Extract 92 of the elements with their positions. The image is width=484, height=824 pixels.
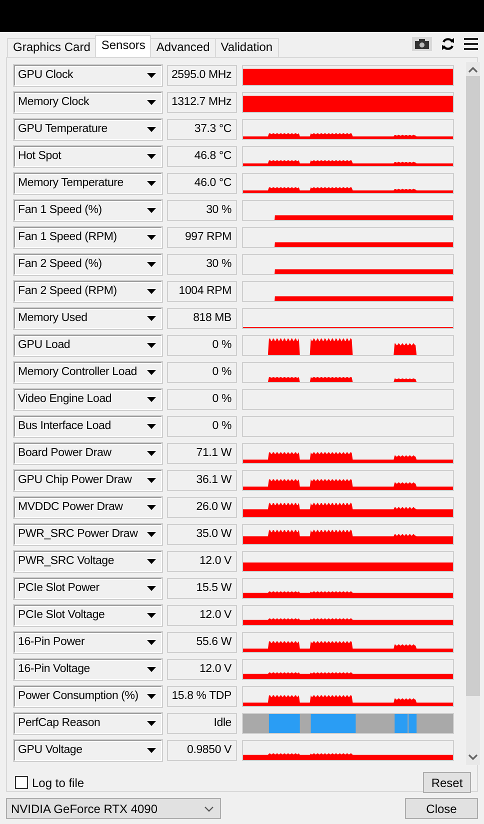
sensor-value: 37.3 °C [166,119,236,140]
sensor-dropdown[interactable]: PCIe Slot Power [14,578,162,599]
device-select[interactable]: NVIDIA GeForce RTX 4090 [6,798,221,819]
close-button[interactable]: Close [405,798,478,819]
checkbox-label: Log to file [32,774,84,792]
menu-icon[interactable] [464,38,478,50]
dropdown-caret-icon [146,316,156,321]
sensor-value: 0 % [166,416,236,437]
sensor-dropdown[interactable]: GPU Temperature [14,119,162,140]
sensor-dropdown[interactable]: Memory Controller Load [14,362,162,383]
dropdown-caret-icon [146,721,156,726]
sensor-value: 15.5 W [166,578,236,599]
dropdown-caret-icon [146,451,156,456]
dropdown-caret-icon [146,397,156,402]
sensor-dropdown[interactable]: Memory Used [14,308,162,329]
dropdown-caret-icon [146,208,156,213]
sensor-dropdown[interactable]: PCIe Slot Voltage [14,605,162,626]
dropdown-caret-icon [146,370,156,375]
refresh-icon[interactable] [441,37,455,51]
dropdown-caret-icon [146,100,156,105]
dropdown-caret-icon [146,613,156,618]
sensor-dropdown[interactable]: GPU Voltage [14,740,162,761]
sensor-dropdown[interactable]: PWR_SRC Power Draw [14,524,162,545]
sensor-dropdown[interactable]: PerfCap Reason [14,713,162,734]
dropdown-caret-icon [146,586,156,591]
sensor-value: 1004 RPM [166,281,236,302]
dropdown-caret-icon [146,505,156,510]
sensor-value: 0 % [166,335,236,356]
scroll-down-icon[interactable] [468,753,478,761]
sensor-value: 0.9850 V [166,740,236,761]
dropdown-caret-icon [146,181,156,186]
sensor-value: 30 % [166,200,236,221]
log-checkbox[interactable] [15,776,28,789]
dropdown-caret-icon [146,748,156,753]
sensor-value: 71.1 W [166,443,236,464]
sensor-value: 1312.7 MHz [166,92,236,113]
dropdown-caret-icon [146,235,156,240]
sensor-dropdown[interactable]: GPU Load [14,335,162,356]
dropdown-caret-icon [146,127,156,132]
sensor-dropdown[interactable]: MVDDC Power Draw [14,497,162,518]
sensor-value: 55.6 W [166,632,236,653]
sensor-value: 12.0 V [166,659,236,680]
sensor-value: 0 % [166,362,236,383]
scroll-up-icon[interactable] [468,66,478,74]
sensor-value: 26.0 W [166,497,236,518]
sensor-dropdown[interactable]: Power Consumption (%) [14,686,162,707]
sensor-value: 36.1 W [166,470,236,491]
sensor-dropdown[interactable]: 16-Pin Voltage [14,659,162,680]
sensor-value: Idle [166,713,236,734]
tab[interactable]: Sensors [95,35,152,57]
chevron-down-icon [204,806,214,812]
dropdown-caret-icon [146,262,156,267]
reset-button[interactable]: Reset [423,772,471,793]
sensor-dropdown[interactable]: Hot Spot [14,146,162,167]
sensor-dropdown[interactable]: GPU Clock [14,65,162,86]
dropdown-caret-icon [146,694,156,699]
dropdown-caret-icon [146,640,156,645]
dropdown-caret-icon [146,343,156,348]
dropdown-caret-icon [146,289,156,294]
tab[interactable]: Validation [214,38,279,57]
sensor-dropdown[interactable]: Fan 1 Speed (%) [14,200,162,221]
sensor-dropdown[interactable]: 16-Pin Power [14,632,162,653]
sensor-dropdown[interactable]: Board Power Draw [14,443,162,464]
sensor-dropdown[interactable]: Memory Clock [14,92,162,113]
sensor-value: 15.8 % TDP [166,686,236,707]
sensor-value: 2595.0 MHz [166,65,236,86]
dropdown-caret-icon [146,667,156,672]
dropdown-caret-icon [146,154,156,159]
sensor-value: 818 MB [166,308,236,329]
sensor-value: 30 % [166,254,236,275]
sensor-value: 46.8 °C [166,146,236,167]
dropdown-caret-icon [146,478,156,483]
sensor-dropdown[interactable]: Fan 2 Speed (%) [14,254,162,275]
sensor-dropdown[interactable]: PWR_SRC Voltage [14,551,162,572]
sensor-value: 12.0 V [166,605,236,626]
dropdown-caret-icon [146,532,156,537]
dropdown-caret-icon [146,424,156,429]
dropdown-caret-icon [146,73,156,78]
sensor-dropdown[interactable]: Fan 2 Speed (RPM) [14,281,162,302]
tab[interactable]: Graphics Card [7,38,96,57]
sensor-value: 997 RPM [166,227,236,248]
dropdown-caret-icon [146,559,156,564]
sensor-value: 35.0 W [166,524,236,545]
sensor-dropdown[interactable]: Video Engine Load [14,389,162,410]
camera-icon[interactable] [412,37,432,51]
sensor-value: 46.0 °C [166,173,236,194]
sensor-value: 12.0 V [166,551,236,572]
sensor-dropdown[interactable]: Fan 1 Speed (RPM) [14,227,162,248]
sensor-dropdown[interactable]: Memory Temperature [14,173,162,194]
sensor-value: 0 % [166,389,236,410]
sensor-dropdown[interactable]: GPU Chip Power Draw [14,470,162,491]
sensor-dropdown[interactable]: Bus Interface Load [14,416,162,437]
